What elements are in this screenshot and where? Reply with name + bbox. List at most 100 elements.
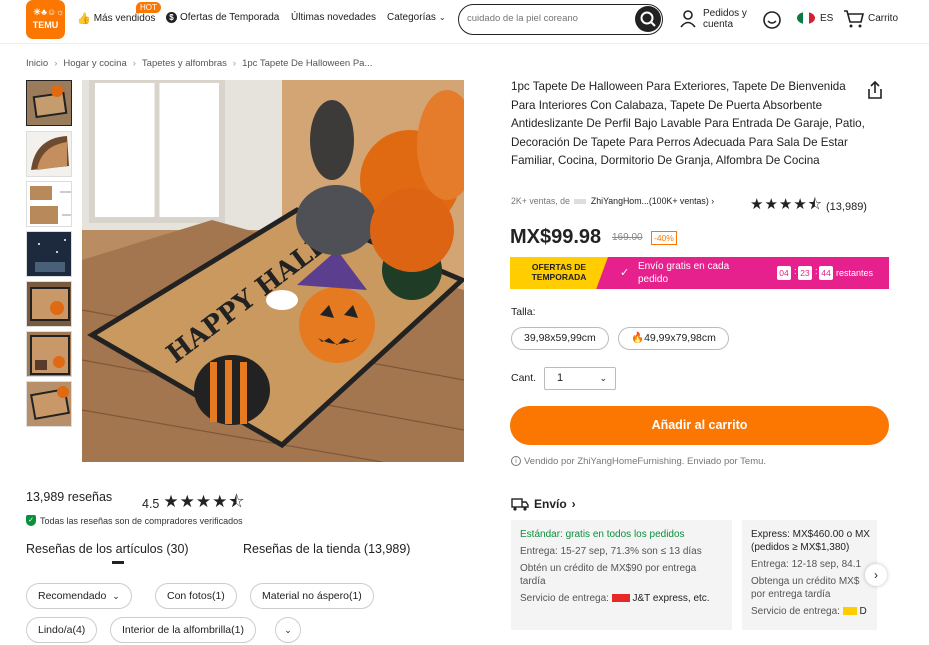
filter-cute[interactable]: Lindo/a(4) [26,617,98,643]
search-input[interactable] [467,13,627,24]
cart-icon [844,10,865,28]
sold-by-text: Vendido por ZhiYangHomeFurnishing. Envia… [524,456,767,467]
cart-label: Carrito [868,13,899,24]
shipping-header[interactable]: Envío › [511,497,576,511]
thumbnail-1[interactable] [26,80,72,126]
shipping-option-standard[interactable]: Estándar: gratis en todos los pedidos En… [511,520,732,630]
standard-delivery: Entrega: 15-27 sep, 71.3% son ≤ 13 días [520,546,702,557]
temu-logo[interactable]: ☀♣☺☼ TEMU [26,0,65,39]
thumbnail-3[interactable] [26,181,72,227]
user-icon [680,10,696,28]
current-price: MX$99.98 [510,226,602,248]
shield-check-icon: ✓ [26,515,36,526]
review-count: 13,989 reseñas [26,490,113,504]
product-rating[interactable]: ★★★★⯪ (13,989) [750,194,867,219]
language-label: ES [820,13,834,24]
service-label: Servicio de entrega: [520,593,609,604]
share-icon[interactable] [865,80,885,100]
carrier-name: D [859,606,867,617]
thumbnail-5[interactable] [26,281,72,327]
mexico-flag-icon [797,12,815,24]
tab-active-indicator [112,561,124,564]
standard-service: Servicio de entrega: J&T express, etc. [520,592,723,605]
discount-badge: -40% [651,231,677,245]
cart-link[interactable]: Carrito [843,9,903,29]
filter-label: Recomendado [38,590,107,602]
nav-best-sellers[interactable]: 👍 Más vendidos [77,12,155,25]
seasonal-promo-banner: OFERTAS DE TEMPORADA ✓ Envío gratis en c… [510,257,889,289]
search-icon [640,11,656,27]
service-label: Servicio de entrega: [751,606,840,617]
express-credit: Obtenga un crédito MX$ [751,576,860,587]
chevron-down-icon: ⌄ [112,591,120,601]
main-product-image[interactable]: HAPPY HALLOWEEN [82,80,464,462]
countdown-remaining: restantes [836,268,874,278]
nav-label: Ofertas de Temporada [180,12,280,23]
sold-by-info: i Vendido por ZhiYangHomeFurnishing. Envi… [511,456,766,467]
breadcrumb-item[interactable]: Inicio [26,58,48,69]
orders-account[interactable]: Pedidos y cuenta [680,8,750,34]
standard-name: Estándar: gratis en todos los pedidos [520,529,685,540]
dollar-icon: $ [166,12,177,23]
chevron-down-icon: ⌄ [438,13,446,22]
product-title: 1pc Tapete De Halloween Para Exteriores,… [511,80,865,167]
thumbnail-6[interactable] [26,331,72,377]
top-header: ☀♣☺☼ TEMU 👍 Más vendidos HOT $ Ofertas d… [0,0,929,44]
search-button[interactable] [635,6,661,32]
nav-seasonal-deals[interactable]: $ Ofertas de Temporada [166,12,279,23]
filter-with-photos[interactable]: Con fotos(1) [155,583,237,609]
jt-express-logo [611,594,630,603]
shipping-option-express[interactable]: Express: MX$460.00 o MX (pedidos ≥ MX$1,… [742,520,877,630]
nav-label: Más vendidos [93,13,156,24]
countdown-colon: : [794,266,797,276]
thumbs-up-icon: 👍 [77,13,91,25]
size-option-2[interactable]: 🔥49,99x79,98cm [618,327,729,350]
tab-item-reviews[interactable]: Reseñas de los artículos (30) [26,542,189,556]
express-service: Servicio de entrega: D [751,605,868,618]
nav-categories[interactable]: Categorías ⌄ [387,12,446,23]
language-selector[interactable]: ES [797,11,833,27]
search-bar [458,4,663,35]
support-chat-icon[interactable] [762,10,782,30]
express-delivery: Entrega: 12-18 sep, 84.1 [751,559,862,570]
nav-label: Categorías [387,12,436,23]
star-rating-icon: ★★★★⯪ [163,492,246,511]
nav-new-arrivals[interactable]: Últimas novedades [291,12,376,23]
size-option-1[interactable]: 39,98x59,99cm [511,327,609,350]
rating-count: (13,989) [826,200,867,213]
chevron-right-icon: › [571,497,576,511]
check-icon: ✓ [620,267,630,279]
free-shipping-text: Envío gratis en cada pedido [638,261,730,285]
express-credit-2: por entrega tardía [751,589,831,600]
breadcrumb-separator: › [232,58,237,69]
breadcrumb-current: 1pc Tapete De Halloween Pa... [242,58,373,69]
hot-badge: HOT [136,2,161,13]
countdown-minutes: 23 [798,266,812,280]
breadcrumb: Inicio › Hogar y cocina › Tapetes y alfombra… [26,58,372,69]
quantity-select[interactable]: 1 ⌄ [544,367,616,390]
breadcrumb-item[interactable]: Hogar y cocina [63,58,126,69]
verified-text: Todas las reseñas son de compradores ver… [40,515,243,526]
breadcrumb-item[interactable]: Tapetes y alfombras [142,58,227,69]
filter-recommended[interactable]: Recomendado ⌄ [26,583,132,609]
shipping-next-button[interactable]: › [865,564,887,586]
info-icon: i [511,456,521,467]
add-to-cart-button[interactable]: Añadir al carrito [510,406,889,445]
quantity-value: 1 [557,372,564,384]
filter-soft-material[interactable]: Material no áspero(1) [250,583,374,609]
carrier-name: J&T express, etc. [632,593,710,604]
logo-text: TEMU [32,20,59,30]
thumbnail-4[interactable] [26,231,72,277]
star-rating-icon: ★★★★⯪ [750,196,823,213]
size-label: Talla: [511,306,536,318]
thumbnail-7[interactable] [26,381,72,427]
review-score: 4.5 ★★★★⯪ [142,489,245,518]
tab-store-reviews[interactable]: Reseñas de la tienda (13,989) [243,542,410,556]
chevron-right-icon: › [711,196,715,206]
filter-interior-mat[interactable]: Interior de la alfombrilla(1) [110,617,256,643]
chevron-down-icon: ⌄ [599,373,607,383]
filters-expand-button[interactable]: ⌄ [275,617,301,643]
store-link[interactable]: ZhiYangHom...(100K+ ventas) [591,196,709,206]
thumbnail-2[interactable] [26,131,72,177]
chevron-down-icon: ⌄ [284,625,292,635]
